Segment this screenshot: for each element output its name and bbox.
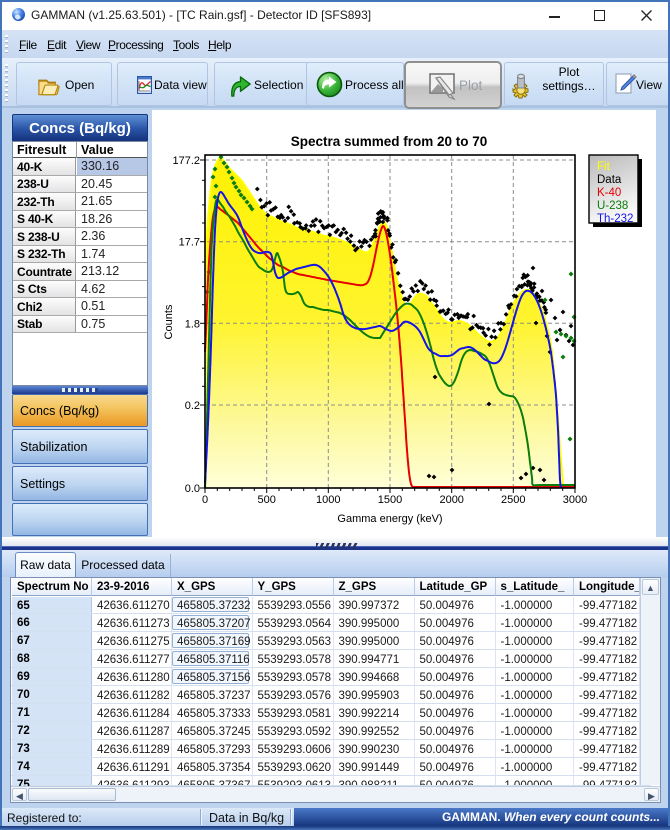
svg-text:3000: 3000 bbox=[563, 494, 587, 506]
svg-text:177.2: 177.2 bbox=[172, 155, 200, 167]
svg-text:Th-232: Th-232 bbox=[597, 213, 633, 225]
svg-text:Data: Data bbox=[597, 174, 622, 186]
svg-text:0.0: 0.0 bbox=[185, 483, 200, 495]
svg-text:0.2: 0.2 bbox=[185, 400, 200, 412]
svg-text:Fit: Fit bbox=[597, 161, 611, 173]
svg-text:1500: 1500 bbox=[378, 494, 402, 506]
svg-text:2000: 2000 bbox=[439, 494, 463, 506]
svg-text:K-40: K-40 bbox=[597, 187, 621, 199]
svg-text:Counts: Counts bbox=[163, 304, 175, 339]
svg-text:2500: 2500 bbox=[501, 494, 525, 506]
svg-text:Gamma energy (keV): Gamma energy (keV) bbox=[337, 513, 442, 525]
svg-text:Spectra summed from 20 to 70: Spectra summed from 20 to 70 bbox=[291, 134, 488, 149]
svg-text:1.8: 1.8 bbox=[185, 318, 200, 330]
svg-text:500: 500 bbox=[258, 494, 276, 506]
svg-text:U-238: U-238 bbox=[597, 200, 628, 212]
svg-text:17.7: 17.7 bbox=[179, 237, 200, 249]
svg-text:1000: 1000 bbox=[316, 494, 340, 506]
svg-text:0: 0 bbox=[202, 494, 208, 506]
